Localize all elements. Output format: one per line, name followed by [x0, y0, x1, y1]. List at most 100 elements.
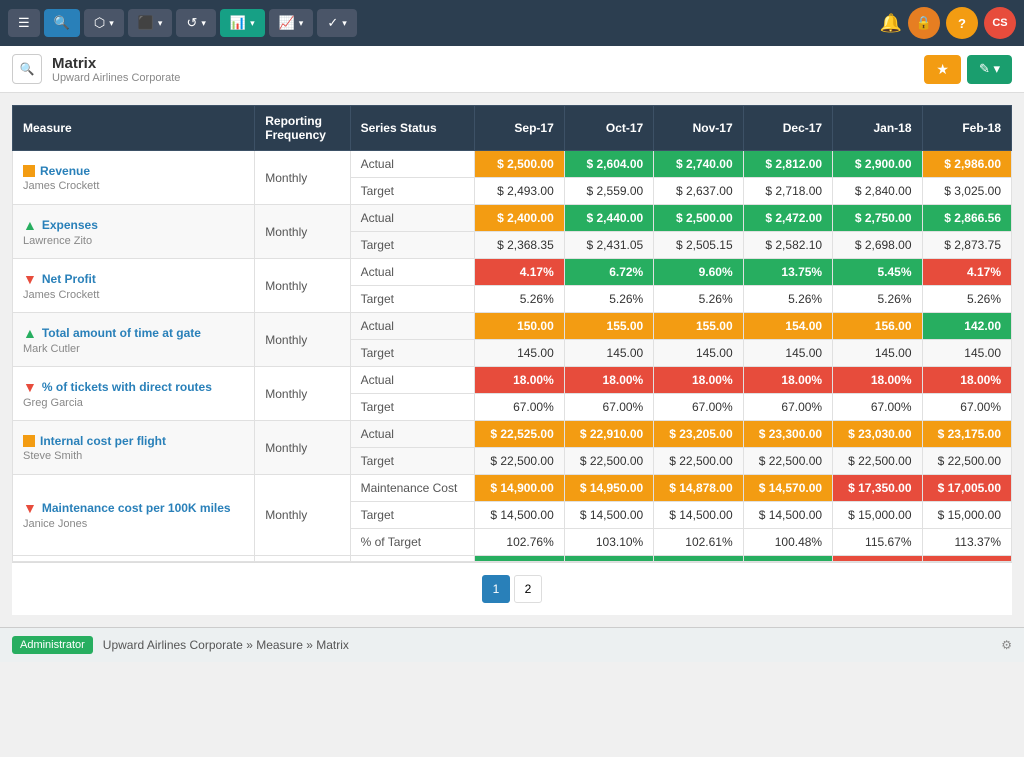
col-sep17: Sep-17	[475, 106, 564, 151]
measure-name[interactable]: ▼ % of tickets with direct routes	[23, 379, 244, 395]
status-cell: Target	[350, 502, 475, 529]
status-cell: Target	[350, 340, 475, 367]
value-cell: $ 2,750.00	[833, 205, 922, 232]
measure-name[interactable]: Internal cost per flight	[23, 434, 244, 448]
value-cell: $ 2,582.10	[743, 232, 832, 259]
status-cell: Target	[350, 178, 475, 205]
value-cell: $ 2,698.00	[833, 232, 922, 259]
help-button[interactable]: ?	[946, 7, 978, 39]
frequency-cell: Monthly	[255, 421, 350, 475]
status-cell: Maintenance Cost	[350, 475, 475, 502]
measure-cell: RevenueJames Crockett	[13, 151, 255, 205]
col-frequency: ReportingFrequency	[255, 106, 350, 151]
value-cell: $ 2,505.15	[654, 232, 743, 259]
col-dec17: Dec-17	[743, 106, 832, 151]
value-cell: 145.00	[833, 340, 922, 367]
status-cell: Target	[350, 448, 475, 475]
value-cell: $ 22,500.00	[654, 448, 743, 475]
page-2-button[interactable]: 2	[514, 575, 542, 603]
value-cell: 155.00	[654, 313, 743, 340]
settings-icon[interactable]: ⚙	[1001, 638, 1012, 652]
measure-name[interactable]: ▼ Maintenance cost per 100K miles	[23, 500, 244, 516]
value-cell: $ 2,400.00	[475, 205, 564, 232]
frequency-cell: Monthly	[255, 367, 350, 421]
table-row: ▼ Net ProfitJames CrockettMonthlyActual4…	[13, 259, 1012, 286]
value-cell: $ 14,878.00	[654, 475, 743, 502]
value-cell: $ 14,900.00	[475, 475, 564, 502]
value-cell: 115.67%	[833, 529, 922, 556]
value-cell: 13.75%	[743, 259, 832, 286]
filter2-button[interactable]: ↺ ▾	[176, 9, 215, 37]
status-cell: Actual	[350, 421, 475, 448]
search-button[interactable]: 🔍	[44, 9, 80, 37]
page-1-button[interactable]: 1	[482, 575, 510, 603]
frequency-cell: Monthly	[255, 259, 350, 313]
role-badge: Administrator	[12, 636, 93, 654]
value-cell: $ 22,500.00	[475, 448, 564, 475]
lock-button[interactable]: 🔒	[908, 7, 940, 39]
filter1-button[interactable]: ⬛ ▾	[128, 9, 173, 37]
value-cell: $ 17,005.00	[922, 475, 1011, 502]
value-cell: $ 14,500.00	[743, 502, 832, 529]
sub-header-right: ★ ✎ ▾	[924, 55, 1012, 84]
status-cell: Target	[350, 394, 475, 421]
value-cell: 145.00	[922, 340, 1011, 367]
check-button[interactable]: ✓ ▾	[317, 9, 356, 37]
measure-name[interactable]: ▲ Total amount of time at gate	[23, 325, 244, 341]
measure-name[interactable]: Revenue	[23, 164, 244, 178]
col-measure: Measure	[13, 106, 255, 151]
value-cell: $ 2,604.00	[564, 151, 653, 178]
square-indicator	[23, 435, 35, 447]
value-cell: $ 23,300.00	[743, 421, 832, 448]
color-bar-cell	[922, 556, 1011, 562]
value-cell: $ 3,025.00	[922, 178, 1011, 205]
value-cell: $ 14,950.00	[564, 475, 653, 502]
chart2-button[interactable]: 📈 ▾	[269, 9, 314, 37]
value-cell: $ 14,500.00	[475, 502, 564, 529]
value-cell: $ 2,500.00	[654, 205, 743, 232]
value-cell: 145.00	[654, 340, 743, 367]
hierarchy-button[interactable]: ⬡ ▾	[84, 9, 124, 37]
status-cell: Actual	[350, 151, 475, 178]
notification-bell[interactable]: 🔔	[880, 13, 902, 34]
value-cell: $ 22,500.00	[564, 448, 653, 475]
value-cell: 4.17%	[922, 259, 1011, 286]
toolbar-right: 🔔 🔒 ? CS	[880, 7, 1016, 39]
footer: Administrator Upward Airlines Corporate …	[0, 627, 1024, 662]
chart-button[interactable]: 📊 ▾	[220, 9, 265, 37]
value-cell: $ 14,500.00	[564, 502, 653, 529]
col-feb18: Feb-18	[922, 106, 1011, 151]
value-cell: $ 2,500.00	[475, 151, 564, 178]
menu-button[interactable]: ☰	[8, 9, 40, 37]
table-header-row: Measure ReportingFrequency Series Status…	[13, 106, 1012, 151]
value-cell: $ 2,900.00	[833, 151, 922, 178]
value-cell: 67.00%	[564, 394, 653, 421]
measure-name[interactable]: ▲ Expenses	[23, 217, 244, 233]
status-cell: Actual	[350, 313, 475, 340]
col-jan18: Jan-18	[833, 106, 922, 151]
favorite-button[interactable]: ★	[924, 55, 961, 84]
value-cell: 113.37%	[922, 529, 1011, 556]
value-cell: 100.48%	[743, 529, 832, 556]
value-cell: $ 2,986.00	[922, 151, 1011, 178]
measure-name[interactable]: ▼ Net Profit	[23, 271, 244, 287]
value-cell: 5.26%	[743, 286, 832, 313]
small-search-button[interactable]: 🔍	[12, 54, 42, 84]
measure-owner: James Crockett	[23, 289, 244, 301]
value-cell: 67.00%	[475, 394, 564, 421]
value-cell: 145.00	[475, 340, 564, 367]
app-container: ☰ 🔍 ⬡ ▾ ⬛ ▾ ↺ ▾ 📊 ▾ 📈 ▾ ✓ ▾ 🔔 🔒 ? CS 🔍 M…	[0, 0, 1024, 662]
value-cell: 145.00	[743, 340, 832, 367]
up-indicator: ▲	[23, 325, 37, 341]
col-status: Series Status	[350, 106, 475, 151]
value-cell: 102.61%	[654, 529, 743, 556]
value-cell: 6.72%	[564, 259, 653, 286]
value-cell: $ 22,500.00	[743, 448, 832, 475]
table-row: ▼ Maintenance cost per 100K milesJanice …	[13, 475, 1012, 502]
user-avatar[interactable]: CS	[984, 7, 1016, 39]
value-cell: 155.00	[564, 313, 653, 340]
measure-cell: ▼ Net Profit James Crockett	[13, 259, 255, 313]
color-bar-cell	[475, 556, 564, 562]
status-cell: Actual	[350, 367, 475, 394]
edit-button[interactable]: ✎ ▾	[967, 55, 1012, 84]
